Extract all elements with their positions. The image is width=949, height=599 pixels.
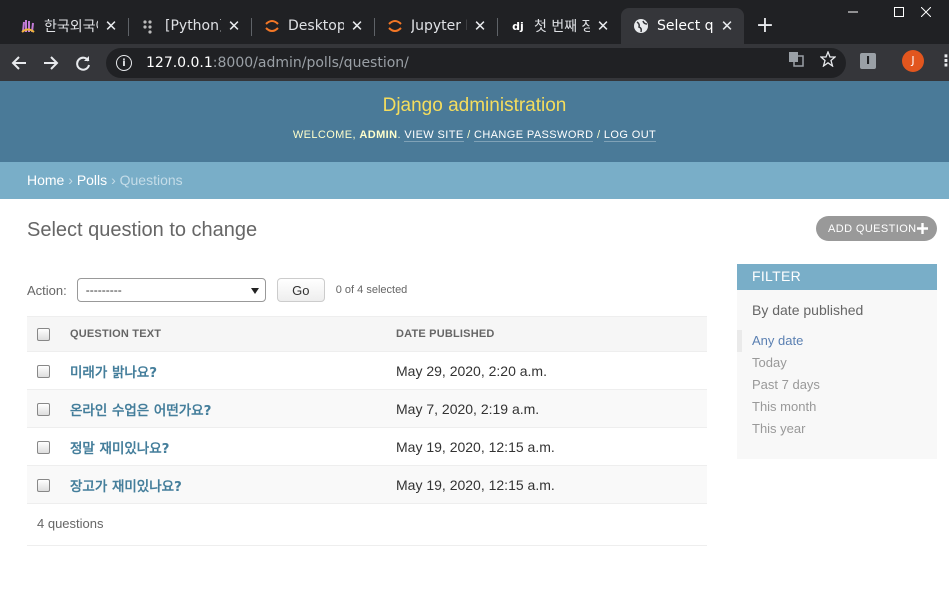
results-table: QUESTION TEXT DATE PUBLISHED 미래가 밝나요? Ma…	[27, 316, 707, 504]
filter-options: Any date Today Past 7 days This month Th…	[737, 330, 937, 440]
page-title: Select question to change	[27, 219, 258, 241]
browser-tab-4[interactable]: Jupyter Notebook ✕	[375, 8, 497, 44]
date-published: May 19, 2020, 12:15 a.m.	[396, 427, 707, 466]
date-published: May 19, 2020, 12:15 a.m.	[396, 465, 707, 504]
add-question-button[interactable]: ADD QUESTION	[816, 216, 937, 241]
browser-tab-1[interactable]: 한국외국어대학교 ✕	[8, 8, 128, 44]
filter-option-past-7-days[interactable]: Past 7 days	[737, 374, 937, 396]
question-link[interactable]: 정말 재미있나요?	[70, 441, 169, 457]
table-row: 정말 재미있나요? May 19, 2020, 12:15 a.m.	[27, 427, 707, 466]
browser-tab-bar: 한국외국어대학교 ✕ [Python] Django ✕ Desktop/ ✕ …	[0, 0, 949, 44]
close-tab-icon[interactable]: ✕	[720, 19, 734, 34]
browser-tab-3[interactable]: Desktop/ ✕	[252, 8, 374, 44]
filter-heading: FILTER	[737, 264, 937, 290]
question-link[interactable]: 온라인 수업은 어떤가요?	[70, 403, 211, 419]
browser-toolbar: i 127.0.0.1:8000/admin/polls/question/	[0, 44, 949, 81]
site-branding[interactable]: Django administration	[0, 95, 949, 117]
extension-icon[interactable]: I	[860, 53, 876, 69]
close-tab-icon[interactable]: ✕	[350, 19, 364, 34]
filter-by-label: By date published	[752, 302, 864, 318]
translate-icon[interactable]	[787, 51, 805, 69]
action-select[interactable]: ---------	[76, 278, 266, 302]
table-row: 미래가 밝나요? May 29, 2020, 2:20 a.m.	[27, 351, 707, 390]
hufs-icon	[20, 18, 36, 34]
change-password-link[interactable]: CHANGE PASSWORD	[473, 129, 594, 142]
column-header-question[interactable]: QUESTION TEXT	[70, 316, 396, 352]
forward-arrow-icon[interactable]	[37, 49, 65, 77]
close-tab-icon[interactable]: ✕	[227, 19, 241, 34]
question-link[interactable]: 미래가 밝나요?	[70, 365, 157, 381]
url-text[interactable]: 127.0.0.1:8000/admin/polls/question/	[146, 55, 409, 71]
breadcrumb: Home › Polls › Questions	[0, 162, 949, 199]
breadcrumb-polls[interactable]: Polls	[77, 172, 107, 188]
user-tools: WELCOME, ADMIN. VIEW SITE / CHANGE PASSW…	[292, 129, 657, 142]
table-row: 장고가 재미있나요? May 19, 2020, 12:15 a.m.	[27, 465, 707, 504]
row-checkbox[interactable]	[37, 403, 50, 417]
action-label: Action:	[27, 282, 67, 298]
info-icon[interactable]: i	[116, 55, 132, 71]
reload-icon[interactable]	[69, 49, 97, 77]
select-all-checkbox[interactable]	[37, 327, 50, 341]
filter-option-today[interactable]: Today	[737, 352, 937, 374]
profile-avatar[interactable]: J	[902, 50, 924, 72]
username: ADMIN	[359, 129, 398, 141]
table-header-row: QUESTION TEXT DATE PUBLISHED	[27, 316, 707, 352]
back-arrow-icon[interactable]	[5, 49, 33, 77]
browser-tab-2[interactable]: [Python] Django ✕	[129, 8, 251, 44]
result-count: 4 questions	[27, 503, 707, 546]
browser-tab-active[interactable]: Select question ✕	[621, 8, 744, 44]
breadcrumb-current: Questions	[119, 172, 183, 188]
browser-menu-icon[interactable]: ⋮	[938, 49, 949, 73]
filter-option-this-year[interactable]: This year	[737, 418, 937, 440]
view-site-link[interactable]: VIEW SITE	[404, 129, 464, 142]
bookmark-star-icon[interactable]	[819, 50, 837, 69]
date-published: May 7, 2020, 2:19 a.m.	[396, 389, 707, 428]
address-bar[interactable]: i 127.0.0.1:8000/admin/polls/question/	[106, 48, 846, 78]
close-window-icon[interactable]	[903, 0, 949, 24]
jupyter-icon	[264, 18, 280, 34]
django-icon: dj	[512, 19, 524, 33]
go-button[interactable]: Go	[276, 278, 325, 302]
new-tab-button[interactable]: +	[752, 14, 778, 40]
log-out-link[interactable]: LOG OUT	[603, 129, 657, 142]
filter-option-this-month[interactable]: This month	[737, 396, 937, 418]
filter-option-any-date[interactable]: Any date	[737, 330, 937, 352]
close-tab-icon[interactable]: ✕	[473, 19, 487, 34]
browser-tab-5[interactable]: dj 첫 번째 장고 ✕	[498, 8, 620, 44]
welcome-text: WELCOME,	[292, 129, 360, 141]
selection-counter: 0 of 4 selected	[335, 284, 408, 296]
column-header-date[interactable]: DATE PUBLISHED	[396, 316, 707, 352]
date-published: May 29, 2020, 2:20 a.m.	[396, 351, 707, 390]
row-checkbox[interactable]	[37, 441, 50, 455]
row-checkbox[interactable]	[37, 365, 50, 379]
actions-bar: Action: --------- Go 0 of 4 selected	[27, 278, 407, 302]
close-tab-icon[interactable]: ✕	[104, 19, 118, 34]
filter-panel: FILTER By date published Any date Today …	[737, 264, 937, 459]
minimize-icon[interactable]	[830, 0, 876, 24]
plus-icon	[917, 220, 929, 236]
globe-icon	[633, 18, 649, 34]
row-checkbox[interactable]	[37, 479, 50, 493]
dots-icon	[141, 18, 157, 34]
breadcrumb-home[interactable]: Home	[27, 172, 64, 188]
question-link[interactable]: 장고가 재미있나요?	[70, 479, 182, 495]
dropdown-arrow-icon	[250, 283, 259, 297]
table-row: 온라인 수업은 어떤가요? May 7, 2020, 2:19 a.m.	[27, 389, 707, 428]
jupyter-icon	[387, 18, 403, 34]
admin-header: Django administration WELCOME, ADMIN. VI…	[0, 81, 949, 162]
close-tab-icon[interactable]: ✕	[596, 19, 610, 34]
